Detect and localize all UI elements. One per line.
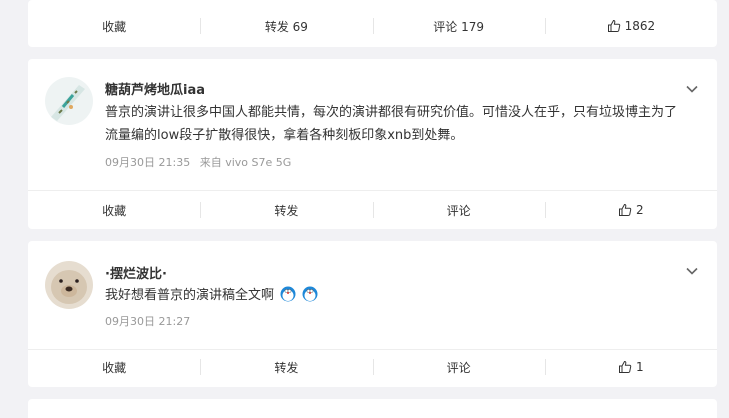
action-bar: 收藏 转发 69 评论 179 1862 xyxy=(28,9,717,43)
comment-card-next xyxy=(28,399,717,418)
repost-button[interactable]: 转发 xyxy=(200,350,372,384)
comment-source: 来自 vivo S7e 5G xyxy=(199,156,292,169)
like-button[interactable]: 1 xyxy=(544,350,717,384)
comment-label: 评论 xyxy=(446,203,471,218)
doraemon-emoji-icon xyxy=(302,286,318,302)
divider xyxy=(28,190,717,191)
comment-date: 09月30日 21:27 xyxy=(105,315,191,328)
comment-button[interactable]: 评论 xyxy=(372,350,545,384)
favorite-label: 收藏 xyxy=(102,360,127,375)
thumbs-up-icon xyxy=(618,203,632,217)
comment-username[interactable]: ·摆烂波比· xyxy=(105,263,167,282)
chevron-down-icon[interactable] xyxy=(685,81,699,95)
comment-username[interactable]: 糖葫芦烤地瓜iaa xyxy=(105,79,205,98)
thumbs-up-icon xyxy=(607,19,621,33)
like-count: 1 xyxy=(636,360,644,374)
repost-label: 转发 xyxy=(274,360,299,375)
favorite-button[interactable]: 收藏 xyxy=(28,350,200,384)
comment-text: 我好想看普京的演讲稿全文啊 xyxy=(105,288,275,303)
like-count: 1862 xyxy=(624,19,656,33)
post-card-previous: 收藏 转发 69 评论 179 1862 xyxy=(28,0,717,47)
repost-label: 转发 xyxy=(274,203,299,218)
favorite-button[interactable]: 收藏 xyxy=(28,9,200,43)
comment-text: 普京的演讲让很多中国人都能共情，每次的演讲都很有研究价值。可惜没人在乎，只有垃圾… xyxy=(105,105,678,143)
repost-label: 转发 69 xyxy=(264,19,308,34)
comment-label: 评论 179 xyxy=(433,19,484,34)
comment-card: ·摆烂波比· 我好想看普京的演讲稿全文啊 09月30日 21:27 收藏 转发 … xyxy=(28,241,717,387)
action-bar: 收藏 转发 评论 2 xyxy=(28,193,717,227)
action-bar: 收藏 转发 评论 1 xyxy=(28,350,717,384)
comment-button[interactable]: 评论 xyxy=(372,193,545,227)
favorite-label: 收藏 xyxy=(102,19,127,34)
avatar[interactable] xyxy=(45,261,93,309)
like-button[interactable]: 1862 xyxy=(544,9,717,43)
thumbs-up-icon xyxy=(618,360,632,374)
comment-button[interactable]: 评论 179 xyxy=(372,9,545,43)
like-button[interactable]: 2 xyxy=(544,193,717,227)
avatar[interactable] xyxy=(45,77,93,125)
favorite-button[interactable]: 收藏 xyxy=(28,193,200,227)
chevron-down-icon[interactable] xyxy=(685,263,699,277)
comment-label: 评论 xyxy=(446,360,471,375)
favorite-label: 收藏 xyxy=(102,203,127,218)
comment-meta: 09月30日 21:27 xyxy=(105,313,190,329)
comment-meta: 09月30日 21:35 来自 vivo S7e 5G xyxy=(105,154,291,170)
like-count: 2 xyxy=(636,203,644,217)
repost-button[interactable]: 转发 xyxy=(200,193,372,227)
doraemon-emoji-icon xyxy=(280,286,296,302)
repost-button[interactable]: 转发 69 xyxy=(200,9,372,43)
comment-card: 糖葫芦烤地瓜iaa 普京的演讲让很多中国人都能共情，每次的演讲都很有研究价值。可… xyxy=(28,59,717,229)
comment-date: 09月30日 21:35 xyxy=(105,156,191,169)
comment-text-row: 我好想看普京的演讲稿全文啊 xyxy=(105,284,687,307)
